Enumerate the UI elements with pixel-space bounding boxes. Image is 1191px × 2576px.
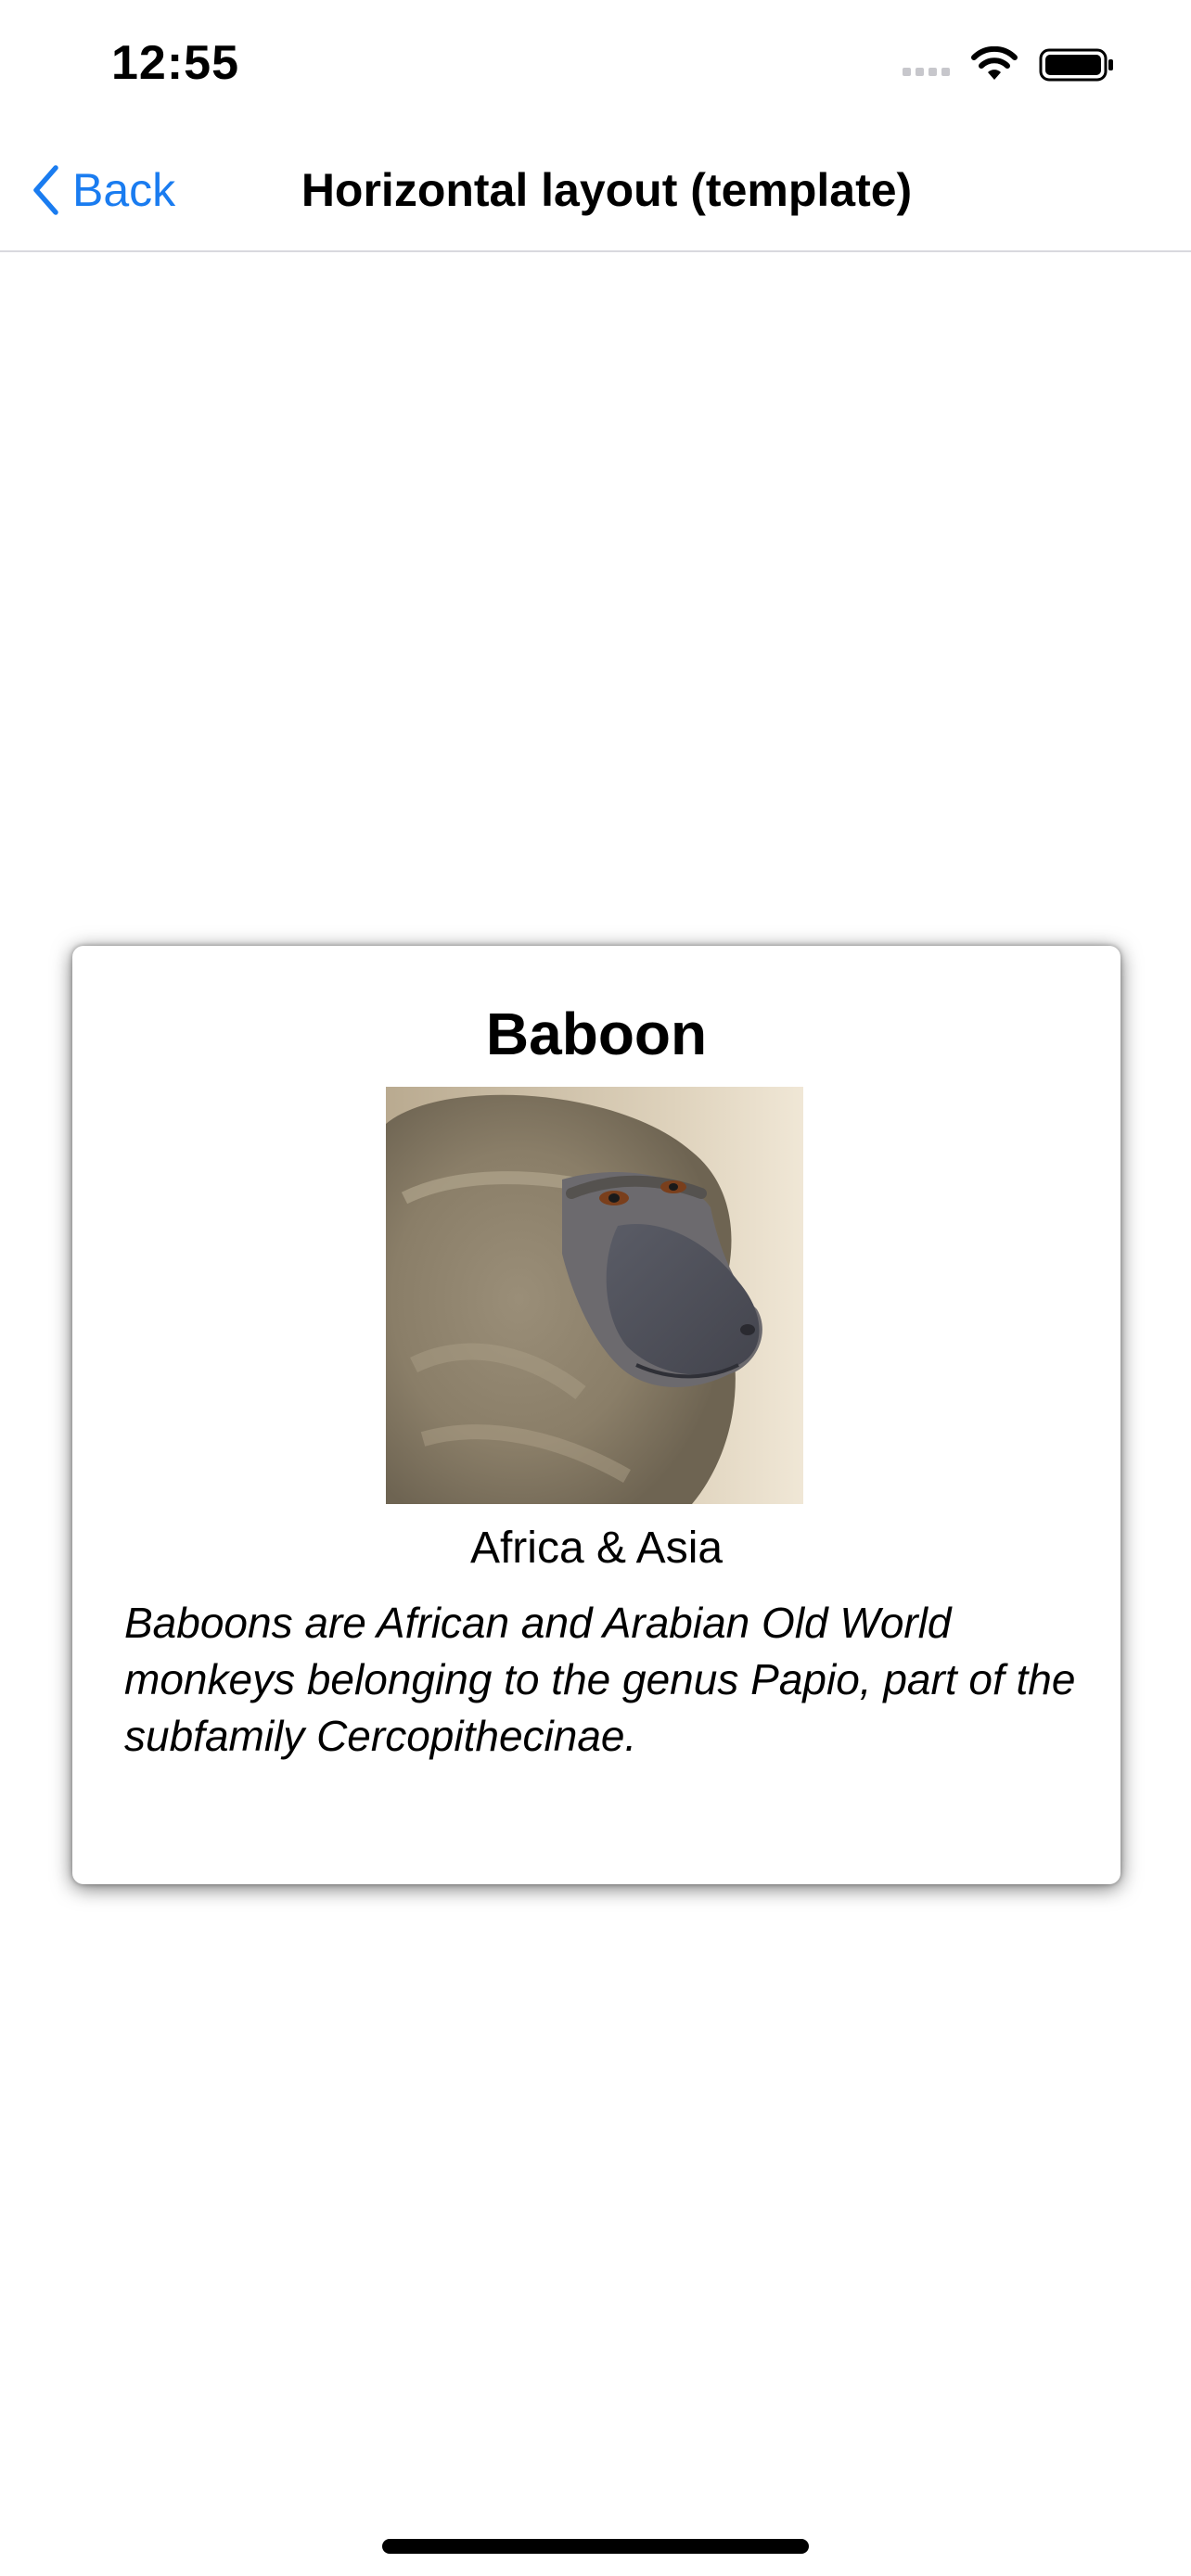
card-title: Baboon <box>485 1001 708 1067</box>
wifi-icon <box>971 46 1018 80</box>
status-time: 12:55 <box>111 36 239 90</box>
cellular-signal-icon <box>903 54 950 76</box>
page-title: Horizontal layout (template) <box>301 164 913 216</box>
status-icons <box>903 46 1115 83</box>
status-bar: 12:55 <box>0 0 1191 130</box>
baboon-photo <box>386 1087 803 1504</box>
card-description: Baboons are African and Arabian Old Worl… <box>124 1599 1076 1760</box>
battery-icon <box>1039 48 1113 82</box>
chevron-left-icon <box>33 165 58 215</box>
animal-card: Baboon Africa & Asia Baboons are African… <box>72 946 1121 1884</box>
back-button[interactable]: Back <box>32 130 175 250</box>
card-subtitle: Africa & Asia <box>469 1524 724 1573</box>
home-indicator[interactable] <box>382 2539 809 2554</box>
back-button-label: Back <box>72 164 176 216</box>
navigation-bar: Horizontal layout (template) Back <box>0 130 1191 252</box>
